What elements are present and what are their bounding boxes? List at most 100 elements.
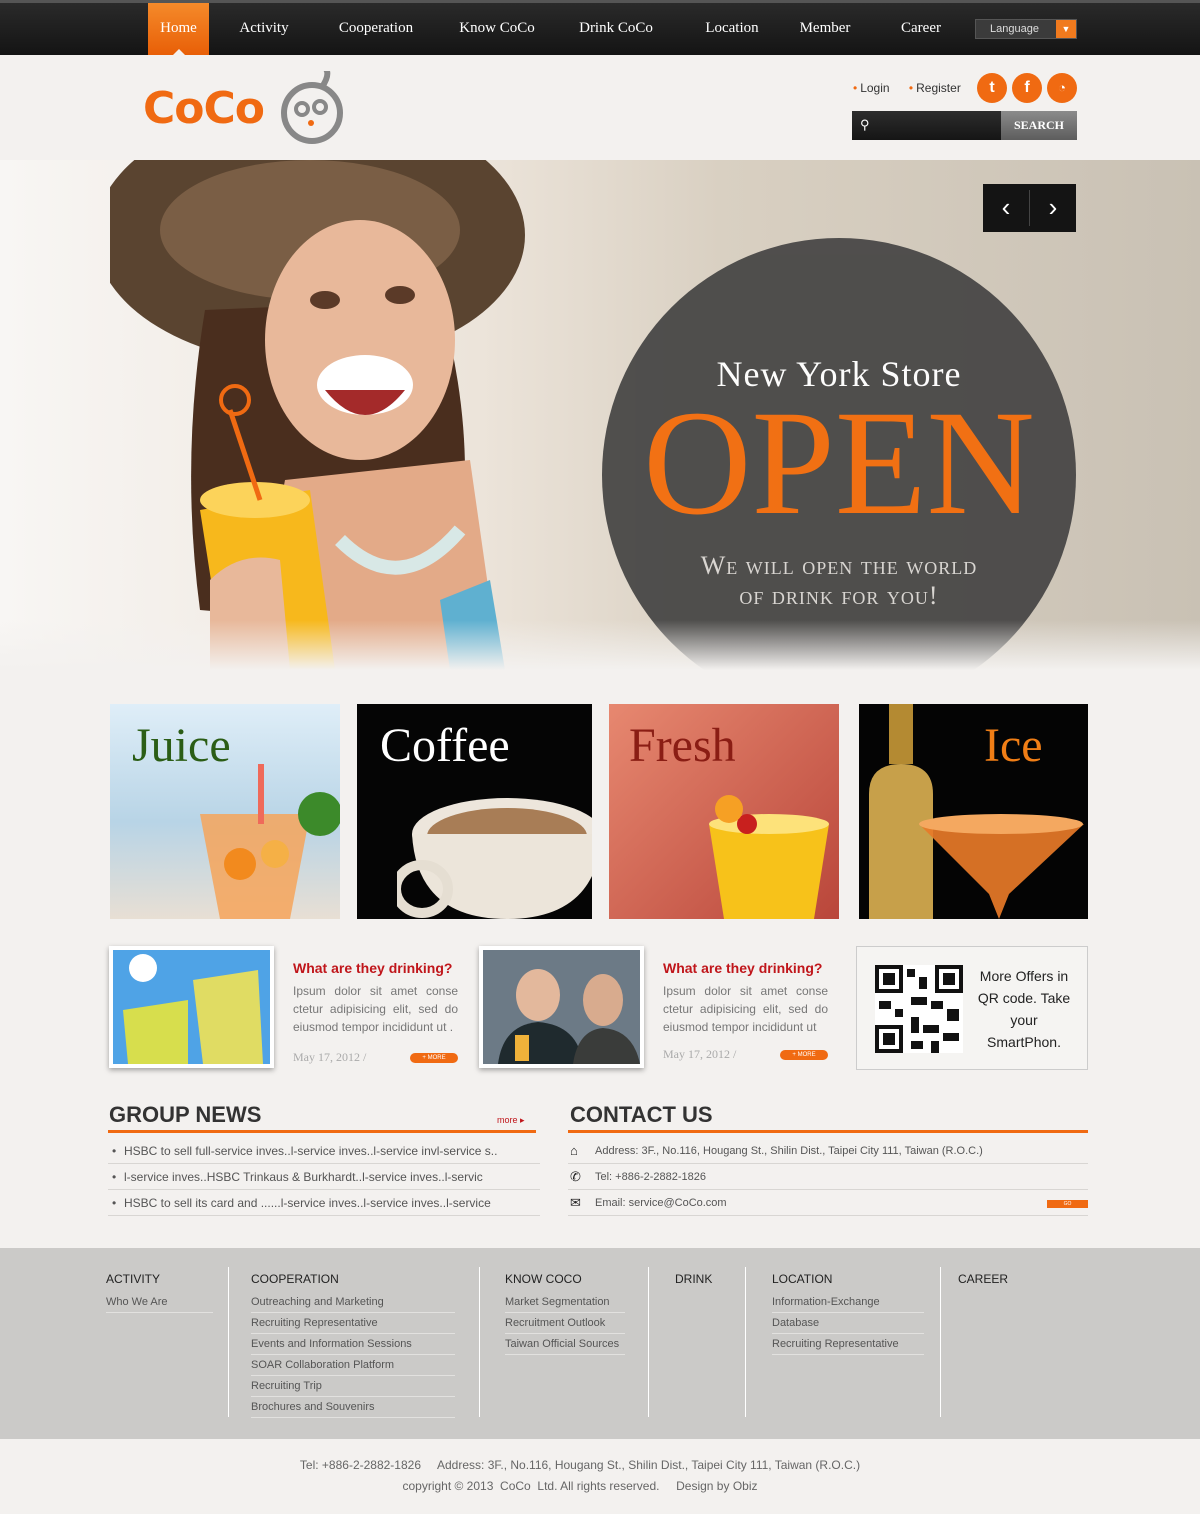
footer-divider (479, 1267, 480, 1417)
nav-know-coco[interactable]: Know CoCo (447, 3, 547, 55)
contact-list: ⌂ Address: 3F., No.116, Hougang St., Shil… (568, 1138, 1088, 1216)
footer-link[interactable]: Database (772, 1313, 924, 1334)
news-card-1: What are they drinking? Ipsum dolor sit … (109, 946, 469, 1071)
contact-us-title: CONTACT US (570, 1102, 713, 1127)
next-arrow-icon[interactable]: › (1030, 184, 1076, 232)
footer-link[interactable]: Recruiting Representative (251, 1313, 455, 1334)
weibo-icon[interactable]: ◔ (1047, 73, 1077, 103)
juice-glass-image (200, 764, 340, 919)
footer-heading[interactable]: DRINK (675, 1272, 735, 1286)
contact-email: ✉ Email: service@CoCo.com GO (568, 1190, 1088, 1216)
facebook-icon[interactable]: f (1012, 73, 1042, 103)
news-date-1: May 17, 2012 / (293, 1050, 367, 1064)
group-news-list: HSBC to sell full-service inves..l-servi… (108, 1138, 540, 1216)
group-news-title: GROUP NEWS (109, 1102, 262, 1127)
news-body-2: Ipsum dolor sit amet conse ctetur adipis… (663, 984, 828, 1034)
banner-fade (0, 620, 1200, 670)
language-label: Language (990, 23, 1039, 35)
nav-member[interactable]: Member (788, 3, 862, 55)
footer-heading[interactable]: CAREER (958, 1272, 1058, 1286)
nav-cooperation[interactable]: Cooperation (325, 3, 427, 55)
promo-tagline: We will open the world of drink for you! (602, 551, 1076, 611)
login-link[interactable]: • Login (853, 81, 898, 95)
footer-divider (940, 1267, 941, 1417)
footer-heading[interactable]: COOPERATION (251, 1272, 455, 1286)
news-title-1[interactable]: What are they drinking? (293, 960, 452, 976)
top-navigation: Home Activity Cooperation Know CoCo Drin… (0, 0, 1200, 55)
footer-link[interactable]: SOAR Collaboration Platform (251, 1355, 455, 1376)
news-body-1: Ipsum dolor sit amet conse ctetur adipis… (293, 984, 458, 1034)
search-input[interactable] (876, 115, 996, 136)
footer-col-know-coco: KNOW COCO Market Segmentation Recruitmen… (505, 1272, 625, 1355)
footer-link[interactable]: Market Segmentation (505, 1292, 625, 1313)
category-ice[interactable]: Ice (859, 704, 1088, 919)
list-item[interactable]: l-service inves..HSBC Trinkaus & Burkhar… (108, 1164, 540, 1190)
footer-link[interactable]: Recruiting Representative (772, 1334, 924, 1355)
footer-contact-line: Tel: +886-2-2882-1826 Address: 3F., No.1… (299, 1458, 861, 1472)
footer-link[interactable]: Outreaching and Marketing (251, 1292, 455, 1313)
slider-controls: ‹ › (983, 184, 1076, 232)
group-news-divider (108, 1130, 536, 1133)
footer-col-drink: DRINK (675, 1272, 735, 1292)
friends-drinking-image (483, 950, 640, 1064)
contact-tel-text: Tel: +886-2-2882-1826 (595, 1171, 706, 1183)
contact-email-text[interactable]: Email: service@CoCo.com (595, 1197, 727, 1209)
news-title-2[interactable]: What are they drinking? (663, 960, 822, 976)
footer-divider (648, 1267, 649, 1417)
footer-heading[interactable]: KNOW COCO (505, 1272, 625, 1286)
footer-link[interactable]: Taiwan Official Sources (505, 1334, 625, 1355)
footer-link[interactable]: Recruitment Outlook (505, 1313, 625, 1334)
footer-link[interactable]: Brochures and Souvenirs (251, 1397, 455, 1418)
prev-arrow-icon[interactable]: ‹ (983, 184, 1029, 232)
fresh-juice-glass-image (709, 795, 829, 919)
footer-heading[interactable]: LOCATION (772, 1272, 924, 1286)
footer-col-career: CAREER (958, 1272, 1058, 1292)
nav-drink-coco[interactable]: Drink CoCo (566, 3, 666, 55)
contact-address: ⌂ Address: 3F., No.116, Hougang St., Shil… (568, 1138, 1088, 1164)
go-button[interactable]: GO (1047, 1200, 1088, 1208)
list-item[interactable]: HSBC to sell full-service inves..l-servi… (108, 1138, 540, 1164)
woman-with-drink-image (110, 160, 525, 670)
footer-divider (745, 1267, 746, 1417)
search-button[interactable]: SEARCH (1001, 111, 1077, 140)
account-links: • Login • Register (853, 81, 977, 95)
nav-location[interactable]: Location (692, 3, 772, 55)
category-coffee[interactable]: Coffee (357, 704, 592, 919)
language-select[interactable]: Language ▼ (975, 19, 1077, 39)
category-juice-label: Juice (132, 719, 231, 772)
home-icon: ⌂ (570, 1143, 578, 1158)
footer-link[interactable]: Who We Are (106, 1292, 213, 1313)
list-item[interactable]: HSBC to sell its card and ......l-servic… (108, 1190, 540, 1216)
news-more-button-1[interactable]: + MORE (410, 1053, 458, 1063)
footer-link[interactable]: Recruiting Trip (251, 1376, 455, 1397)
news-more-button-2[interactable]: + MORE (780, 1050, 828, 1060)
category-juice[interactable]: Juice (110, 704, 340, 919)
qr-text: More Offers in QR code. Take your SmartP… (977, 968, 1071, 1050)
twitter-icon[interactable]: t (977, 73, 1007, 103)
search-icon: ⚲ (860, 117, 870, 132)
register-link[interactable]: • Register (909, 81, 969, 95)
nav-home[interactable]: Home (148, 3, 209, 55)
coco-logo[interactable]: CoCo (143, 71, 353, 147)
promo-tagline-1: We will open the world (700, 551, 978, 580)
news-date-2: May 17, 2012 / (663, 1047, 737, 1061)
category-fresh[interactable]: Fresh (609, 704, 839, 919)
qr-code-icon[interactable] (875, 965, 963, 1053)
hero-banner: ‹ › New York Store OPEN We will open the… (0, 160, 1200, 670)
footer-link[interactable]: Information-Exchange (772, 1292, 924, 1313)
nav-activity[interactable]: Activity (226, 3, 302, 55)
logo-text: CoCo (143, 83, 265, 134)
nav-career[interactable]: Career (888, 3, 954, 55)
vodka-cocktail-image (869, 704, 1084, 919)
footer-link[interactable]: Events and Information Sessions (251, 1334, 455, 1355)
group-news-more-link[interactable]: more ▸ (497, 1115, 525, 1126)
logo-face-icon (281, 71, 343, 144)
news-thumbnail-2[interactable] (479, 946, 644, 1068)
footer-col-activity: ACTIVITY Who We Are (106, 1272, 213, 1313)
footer-col-cooperation: COOPERATION Outreaching and Marketing Re… (251, 1272, 455, 1418)
coffee-cup-image (397, 798, 592, 919)
footer-divider (228, 1267, 229, 1417)
bottom-bar: Tel: +886-2-2882-1826 Address: 3F., No.1… (0, 1439, 1200, 1514)
footer-heading[interactable]: ACTIVITY (106, 1272, 213, 1286)
news-thumbnail-1[interactable] (109, 946, 274, 1068)
